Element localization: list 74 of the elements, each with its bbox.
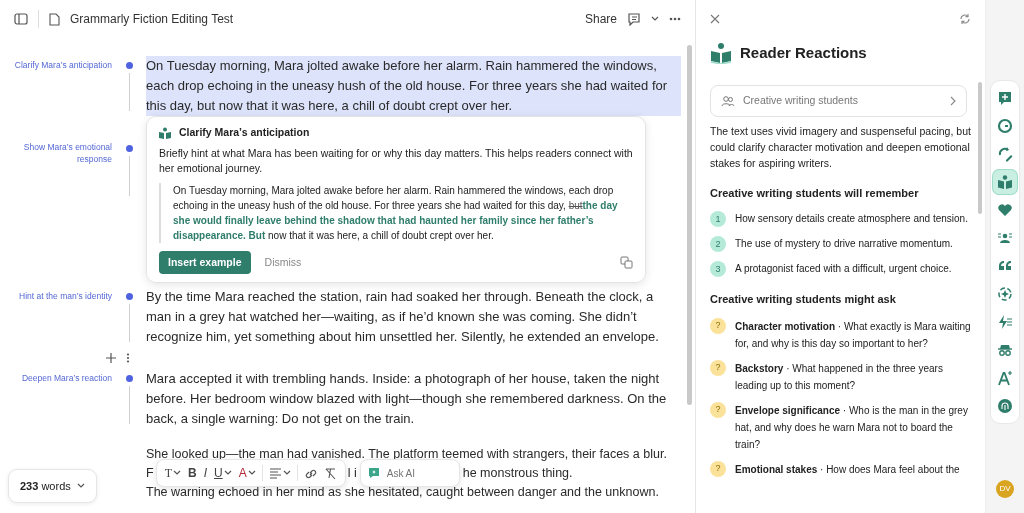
annotation-label[interactable]: Clarify Mara’s anticipation	[0, 60, 112, 72]
question-badge: ?	[710, 317, 726, 334]
sidebar-toggle-icon[interactable]	[14, 13, 28, 25]
share-button[interactable]: Share	[584, 10, 617, 28]
paragraph: By the time Mara reached the station, rain had soaked her through. Beneath the clock, a man in a grey hat watched her—waiting, as if he’d known she was coming. She didn’t recognize him, yet something about him unsettled her. Silently, he extended an envelope.	[146, 288, 660, 346]
question-text: Emotional stakes · How does Mara feel about the	[735, 462, 960, 477]
caret-icon[interactable]	[651, 16, 659, 22]
scrollbar[interactable]	[978, 82, 982, 214]
refresh-icon[interactable]	[959, 13, 971, 25]
caret-icon[interactable]	[223, 470, 232, 476]
scrollbar[interactable]	[687, 45, 692, 405]
question-badge: ?	[710, 359, 726, 376]
caret-icon[interactable]	[173, 470, 181, 476]
annotation-dot	[125, 293, 133, 300]
reading-person-icon[interactable]	[993, 170, 1017, 194]
section-heading: Creative writing students might ask	[710, 292, 897, 307]
section-heading: Creative writing students will remember	[710, 185, 920, 201]
annotation-dot	[125, 375, 133, 382]
insert-example-button[interactable]: Insert example	[159, 251, 251, 274]
question-text: Character motivation · What exactly is Mara waiting for, and why is this day so important to her?	[735, 319, 971, 351]
annotation-label[interactable]: Show Mara’s emotional response	[0, 142, 112, 166]
caret-icon[interactable]	[76, 482, 85, 489]
question-text: Backstory · What happened in the three years leading up to this moment?	[735, 361, 944, 393]
word-count-button[interactable]: 233 words	[8, 468, 97, 503]
more-icon[interactable]	[669, 17, 681, 21]
paragraph-fragment: l i	[347, 465, 357, 482]
suggestion-title: Clarify Mara’s anticipation	[179, 125, 310, 140]
list-text: How sensory details create atmosphere and tension.	[735, 212, 968, 226]
caret-icon[interactable]	[282, 470, 291, 476]
comment-icon[interactable]	[627, 12, 641, 26]
annotation-line	[128, 386, 130, 424]
chevron-right-icon	[950, 95, 956, 106]
close-icon[interactable]	[710, 14, 720, 24]
number-badge: 1	[710, 211, 726, 227]
annotation-dot	[125, 145, 133, 152]
list-text: A protagonist faced with a difficult, urgent choice.	[735, 262, 952, 276]
bold-format-button[interactable]: B	[185, 464, 200, 482]
document-icon	[49, 12, 60, 26]
paragraph-fragment: he monstrous thing.	[462, 465, 573, 482]
selected-paragraph: On Tuesday morning, Mara jolted awake before her alarm. Rain hammered the windows, each drop echoing in the uneasy hush of the old house. For three years she had waited for this day, but now that it was here, a chill of doubt crept over her.	[146, 56, 681, 116]
number-badge: 3	[710, 261, 726, 277]
reading-person-icon	[159, 126, 171, 139]
italic-format-button[interactable]: I	[200, 464, 210, 482]
annotation-line	[128, 304, 130, 342]
suggestion-text: Briefly hint at what Mara has been waiting for or why this day matters. This helps readers connect with her emotional journey.	[159, 146, 633, 176]
list-text: The use of mystery to drive narrative momentum.	[735, 237, 953, 251]
document-title: Grammarly Fiction Editing Test	[70, 11, 234, 28]
panel-title: Reader Reactions	[740, 43, 867, 63]
example-text: On Tuesday morning, Mara jolted awake before her alarm. Rain hammered the windows, each drop echoing in the uneasy hush of the old house. For three years she had waited for this day, butthe day she would finally leave behind the shadow that had haunted her family since her father’s disappearance. But now that it was here, a chill of doubt crept over her.	[173, 184, 619, 243]
add-icon[interactable]	[106, 353, 116, 363]
paragraph: Mara accepted it with trembling hands. Inside: a photograph of her house, taken the night before. Her bedroom window blazed with light—though she remembered darkness. On the back, a single warning: Do not get on the train.	[146, 370, 668, 428]
annotation-label[interactable]: Deepen Mara’s reaction	[0, 373, 112, 385]
question-text: Envelope significance · Who is the man in the grey hat, and why does he warn Mara not to board the train?	[735, 403, 969, 452]
summary-text: The text uses vivid imagery and suspenseful pacing, but could clarify character motivation and deepen emotional stakes for aspiring writers.	[710, 123, 971, 171]
caret-icon[interactable]	[247, 470, 256, 476]
annotation-label[interactable]: Hint at the man’s identity	[0, 291, 112, 303]
type-format-button[interactable]: T	[161, 464, 184, 482]
paragraph-fragment: F	[146, 465, 154, 482]
underline-format-button[interactable]: U	[211, 464, 235, 482]
color-format-button[interactable]: A	[235, 464, 259, 482]
annotation-line	[128, 156, 130, 196]
drag-handle-icon[interactable]	[126, 353, 130, 363]
number-badge: 2	[710, 236, 726, 252]
people-icon	[721, 94, 735, 107]
annotation-dot	[125, 62, 133, 69]
audience-selector[interactable]: Creative writing students	[710, 84, 967, 117]
ask-ai-field[interactable]: Ask AI	[359, 459, 460, 487]
paragraph-line: The warning echoed in her mind as she hesitated, caught between danger and the unknown.	[146, 484, 660, 501]
copy-icon[interactable]	[620, 256, 633, 269]
reading-person-icon	[710, 42, 732, 65]
question-badge: ?	[710, 460, 726, 477]
question-badge: ?	[710, 401, 726, 418]
annotation-line	[128, 73, 130, 111]
dismiss-button[interactable]: Dismiss	[258, 254, 308, 271]
